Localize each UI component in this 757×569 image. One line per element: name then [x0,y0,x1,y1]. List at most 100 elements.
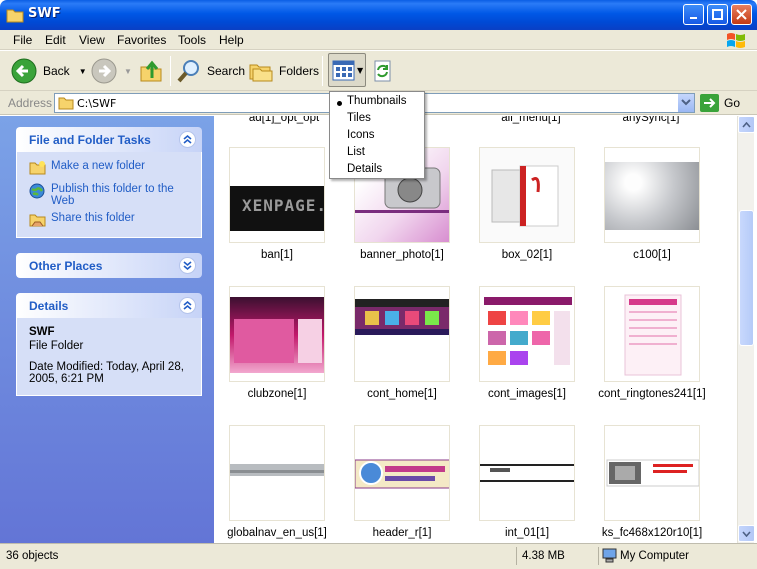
file-label[interactable]: int_01[1] [462,527,592,539]
thumbnail-image [480,287,574,381]
file-label[interactable]: ban[1] [214,249,342,261]
thumbnail-image [230,297,324,373]
other-places-header[interactable]: Other Places [16,253,202,278]
arrow-up-icon [742,121,751,128]
details-header[interactable]: Details [16,293,202,318]
file-thumbnail[interactable] [479,147,575,243]
file-thumbnail[interactable] [604,286,700,382]
file-thumbnail[interactable] [479,425,575,521]
back-button[interactable]: Back ▼ [10,56,87,86]
file-label[interactable]: header_r[1] [337,527,467,539]
file-label[interactable]: cont_images[1] [462,388,592,400]
status-object-count: 36 objects [6,550,59,562]
search-icon [177,60,199,83]
menu-item-details[interactable]: Details [347,163,382,175]
thumbnail-image [605,287,699,381]
maximize-button[interactable] [707,4,728,25]
file-thumbnail[interactable] [604,147,700,243]
status-size: 4.38 MB [522,550,565,562]
file-label[interactable]: cont_home[1] [337,388,467,400]
menu-view[interactable]: View [79,33,105,47]
details-body: SWF File Folder Date Modified: Today, Ap… [16,318,202,396]
file-thumbnail[interactable]: XENPAGE.NE [229,147,325,243]
close-button[interactable] [731,4,752,25]
go-button[interactable]: Go [700,94,740,112]
collapse-chevron-icon[interactable] [179,297,196,314]
minimize-icon [689,16,697,19]
file-label[interactable]: c100[1] [587,249,717,261]
file-label[interactable]: banner_photo[1] [337,249,467,261]
status-location: My Computer [620,550,690,562]
menu-item-icons[interactable]: Icons [347,129,375,141]
back-dropdown-icon[interactable]: ▼ [79,67,87,76]
forward-dropdown-icon[interactable]: ▼ [124,67,132,76]
file-thumbnail[interactable] [354,425,450,521]
views-dropdown-icon: ▼ [357,66,364,75]
menu-favorites[interactable]: Favorites [117,33,166,47]
panel-title: Other Places [29,259,103,273]
search-button[interactable]: Search [176,56,245,86]
folder-icon [58,97,74,110]
folders-label: Folders [279,64,320,78]
panel-title: Details [29,299,69,313]
file-folder-tasks-body: Make a new folder Publish this folder to… [16,152,202,238]
views-button[interactable]: ▼ [328,53,366,87]
up-folder-button[interactable] [138,56,164,86]
menu-item-list[interactable]: List [347,146,365,158]
file-view[interactable]: ad[1]_opt_opt all_menu[1] anySync[1] XEN… [214,116,737,543]
thumbnail-image [605,426,699,520]
scroll-up-button[interactable] [738,116,755,133]
publish-folder-web-link[interactable]: Publish this folder to the Web [29,183,191,207]
vertical-scrollbar[interactable] [737,116,755,543]
views-icon [332,60,355,81]
address-label: Address [8,96,53,110]
file-thumbnail[interactable] [604,425,700,521]
file-thumbnail[interactable] [479,286,575,382]
refresh-button[interactable] [372,56,394,86]
file-folder-tasks-header[interactable]: File and Folder Tasks [16,127,202,152]
title-bar[interactable]: SWF [0,0,757,30]
menu-tools[interactable]: Tools [178,33,206,47]
expand-chevron-icon[interactable] [179,257,196,274]
make-new-folder-link[interactable]: Make a new folder [29,160,191,178]
folders-button[interactable]: Folders [248,56,319,86]
menu-item-tiles[interactable]: Tiles [347,112,371,124]
task-label: Publish this folder to the Web [51,183,174,207]
forward-arrow-icon [91,58,117,84]
file-label[interactable]: ks_fc468x120r10[1] [587,527,717,539]
menu-item-thumbnails[interactable]: Thumbnails [347,95,406,107]
menu-help[interactable]: Help [219,33,244,47]
task-label: Share this folder [51,212,135,224]
forward-button[interactable]: ▼ [90,56,132,86]
status-divider [598,547,599,565]
back-arrow-icon [11,58,37,84]
scroll-down-button[interactable] [738,525,755,542]
globe-icon [29,183,47,203]
file-label[interactable]: box_02[1] [462,249,592,261]
window-title: SWF [28,6,61,21]
file-label[interactable]: clubzone[1] [214,388,342,400]
details-panel: Details SWF File Folder Date Modified: T… [16,293,202,396]
file-label[interactable]: globalnav_en_us[1] [214,527,342,539]
my-computer-icon [602,548,617,566]
menu-file[interactable]: File [13,33,32,47]
file-thumbnail[interactable] [229,425,325,521]
menu-edit[interactable]: Edit [45,33,66,47]
file-thumbnail[interactable] [229,286,325,382]
file-thumbnail[interactable] [354,286,450,382]
file-label[interactable]: all_menu[1] [476,116,586,124]
collapse-chevron-icon[interactable] [179,131,196,148]
file-label[interactable]: anySync[1] [596,116,706,124]
address-path: C:\SWF [77,97,117,110]
address-dropdown-button[interactable] [677,94,694,112]
file-label[interactable]: ad[1]_opt_opt [229,116,339,124]
file-label[interactable]: cont_ringtones241[1] [587,388,717,400]
share-folder-link[interactable]: Share this folder [29,212,191,230]
new-folder-icon [29,160,47,178]
thumbnail-image [480,426,574,520]
status-bar: 36 objects 4.38 MB My Computer [0,543,757,569]
thumbnail-image: XENPAGE.NE [230,186,324,231]
scroll-thumb[interactable] [739,210,754,346]
thumbnail-image [480,148,574,242]
minimize-button[interactable] [683,4,704,25]
